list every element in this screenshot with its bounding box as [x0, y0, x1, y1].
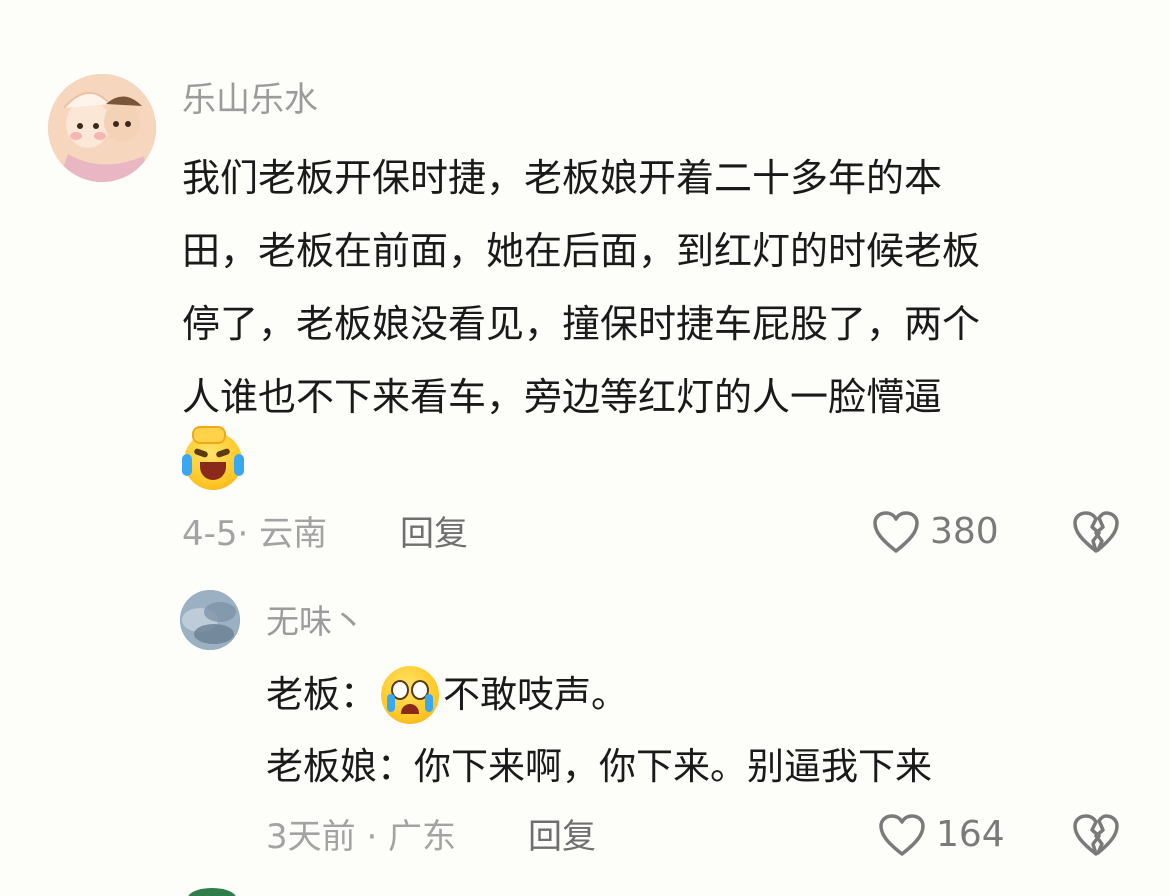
comment-line: 田，老板在前面，她在后面，到红灯的时候老板	[182, 229, 981, 273]
reply-username[interactable]: 无味丶	[266, 602, 365, 642]
next-comment-avatar[interactable]	[188, 888, 236, 896]
comment-line: 停了，老板娘没看见，撞保时捷车屁股了，两个	[182, 302, 981, 346]
reply-avatar[interactable]	[180, 590, 240, 650]
comment-thread: 乐山乐水 我们老板开保时捷，老板娘开着二十多年的本 田，老板在前面，她在后面，到…	[0, 0, 1170, 896]
reply-meta: 3天前 · 广东	[266, 817, 457, 857]
heart-outline-icon	[873, 511, 919, 553]
broken-heart-icon	[1073, 511, 1119, 553]
reply-text-segment: 不敢吱声。	[443, 673, 628, 716]
comment-line: 我们老板开保时捷，老板娘开着二十多年的本	[182, 156, 943, 200]
dislike-button[interactable]	[1072, 510, 1120, 558]
broken-heart-icon	[1073, 814, 1119, 856]
heart-outline-icon	[879, 814, 925, 856]
reply-line: 老板娘：你下来啊，你下来。别逼我下来	[266, 745, 932, 788]
comment-meta: 4-5· 云南	[182, 514, 328, 554]
reply-button[interactable]: 回复	[400, 514, 468, 554]
avatar[interactable]	[48, 74, 156, 182]
like-count: 380	[930, 511, 999, 552]
comment-body: 我们老板开保时捷，老板娘开着二十多年的本 田，老板在前面，她在后面，到红灯的时候…	[182, 142, 1122, 434]
username[interactable]: 乐山乐水	[182, 80, 318, 120]
pleading-tears-emoji	[381, 666, 439, 724]
laughing-crying-emoji	[182, 426, 244, 490]
comment-line: 人谁也不下来看车，旁边等红灯的人一脸懵逼	[182, 375, 943, 419]
like-button[interactable]: 164	[878, 813, 1005, 857]
like-count: 164	[936, 814, 1005, 855]
reply-button[interactable]: 回复	[528, 817, 596, 857]
like-button[interactable]: 380	[872, 510, 999, 554]
reply-line: 老板： 不敢吱声。	[266, 666, 1126, 724]
reply-text-segment: 老板：	[266, 673, 377, 716]
dislike-button[interactable]	[1072, 813, 1120, 861]
